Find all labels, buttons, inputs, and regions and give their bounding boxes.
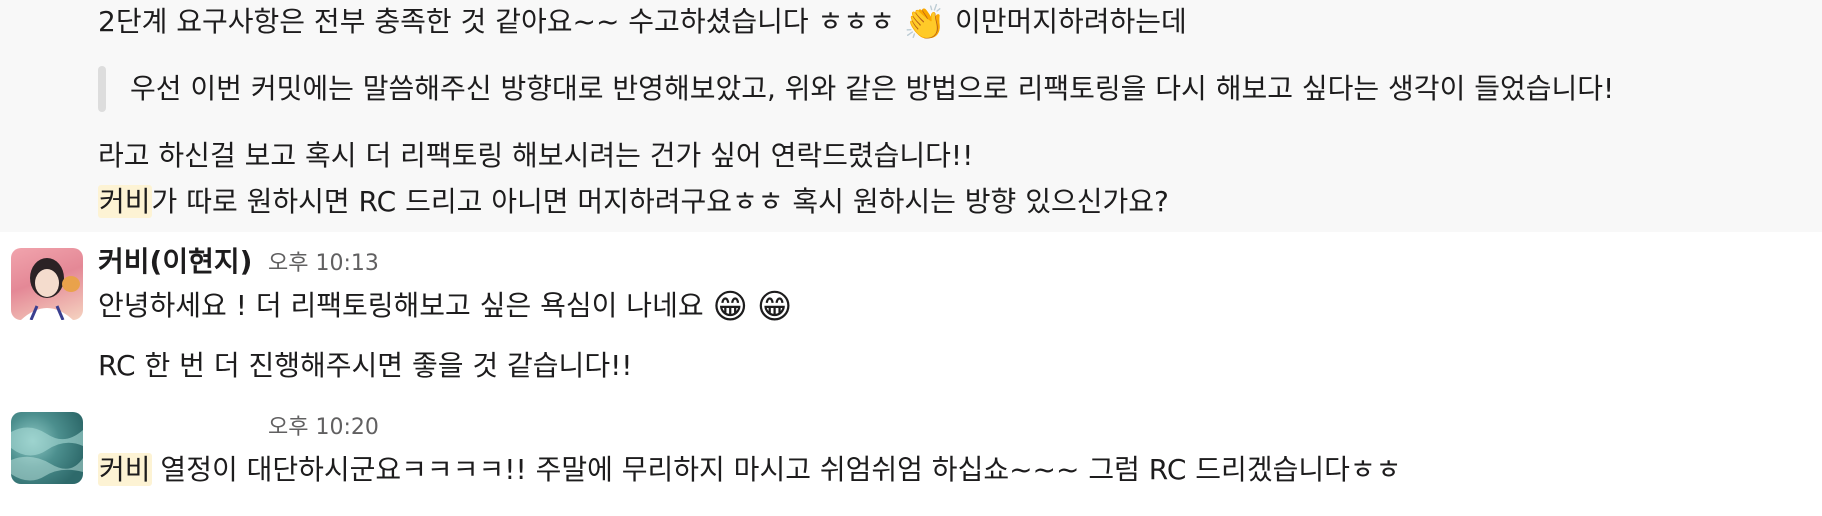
clapping-hands-emoji: 👏 — [903, 3, 947, 43]
message-text-line: 라고 하신걸 보고 혹시 더 리팩토링 해보시려는 건가 싶어 연락드렸습니다!… — [98, 139, 974, 172]
timestamp[interactable]: 오후 10:13 — [268, 246, 379, 282]
avatar[interactable] — [11, 248, 83, 320]
message-text: 열정이 대단하시군요ㅋㅋㅋㅋ!! 주말에 무리하지 마시고 쉬엄쉬엄 하십쇼~~… — [151, 453, 1402, 486]
message-text-line: 2단계 요구사항은 전부 충족한 것 같아요~~ 수고하셨습니다 ㅎㅎㅎ 👏 이… — [98, 4, 1187, 41]
user-mention[interactable]: 커비 — [98, 453, 152, 486]
user-mention[interactable]: 커비 — [98, 185, 152, 218]
message-text-line: 커비가 따로 원하시면 RC 드리고 아니면 머지하려구요ㅎㅎ 혹시 원하시는 … — [98, 184, 1169, 220]
message-text-line: 안녕하세요 ! 더 리팩토링해보고 싶은 욕심이 나네요 😁 😁 — [98, 288, 792, 325]
message-text: 안녕하세요 ! 더 리팩토링해보고 싶은 욕심이 나네요 — [98, 289, 713, 322]
message-text-line: 커비 열정이 대단하시군요ㅋㅋㅋㅋ!! 주말에 무리하지 마시고 쉬엄쉬엄 하십… — [98, 452, 1401, 488]
message-text: 이만머지하려하는데 — [946, 5, 1187, 38]
blockquote: 우선 이번 커밋에는 말씀해주신 방향대로 반영해보았고, 위와 같은 방법으로… — [98, 66, 1614, 112]
grinning-face-emoji: 😁 — [712, 287, 748, 327]
avatar-photo-icon — [11, 427, 83, 481]
message-thread: 2단계 요구사항은 전부 충족한 것 같아요~~ 수고하셨습니다 ㅎㅎㅎ 👏 이… — [0, 0, 1822, 516]
quote-text: 우선 이번 커밋에는 말씀해주신 방향대로 반영해보았고, 위와 같은 방법으로… — [130, 72, 1615, 105]
avatar[interactable] — [11, 412, 83, 484]
timestamp[interactable]: 오후 10:20 — [268, 410, 379, 446]
grinning-face-emoji: 😁 — [756, 287, 793, 327]
message-text: 가 따로 원하시면 RC 드리고 아니면 머지하려구요ㅎㅎ 혹시 원하시는 방향… — [151, 185, 1169, 218]
avatar-photo-icon — [21, 258, 80, 320]
message-text: 2단계 요구사항은 전부 충족한 것 같아요~~ 수고하셨습니다 ㅎㅎㅎ — [98, 5, 904, 38]
sender-name[interactable]: 커비(이현지) — [98, 244, 252, 280]
message-continuation[interactable]: 2단계 요구사항은 전부 충족한 것 같아요~~ 수고하셨습니다 ㅎㅎㅎ 👏 이… — [0, 0, 1822, 232]
message-text-line: RC 한 번 더 진행해주시면 좋을 것 같습니다!! — [98, 349, 633, 382]
quote-bar — [98, 66, 106, 112]
